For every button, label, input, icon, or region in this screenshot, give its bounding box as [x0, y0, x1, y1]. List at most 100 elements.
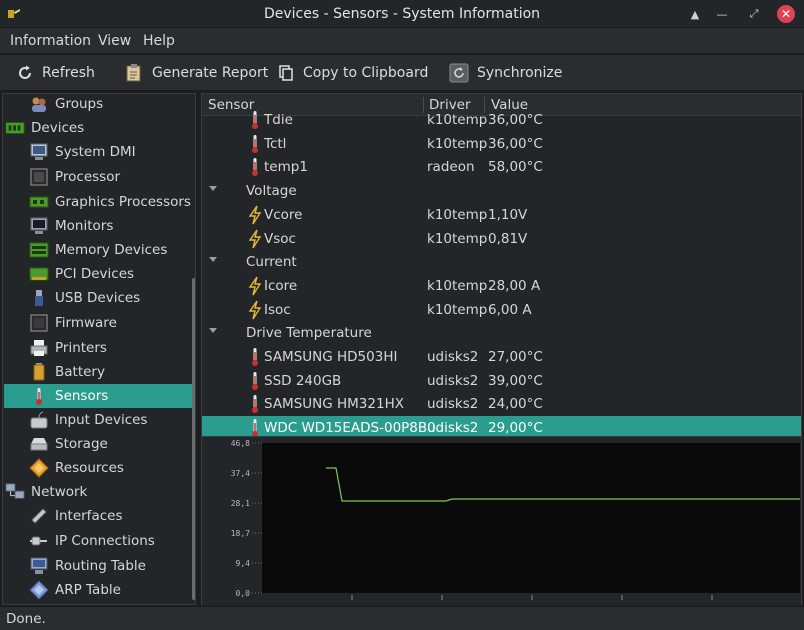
printer-icon	[29, 338, 49, 358]
chip-icon	[29, 167, 49, 187]
network-icon	[5, 482, 25, 502]
table-row[interactable]: Vsoc k10temp 0,81V	[202, 227, 801, 251]
synchronize-button[interactable]: Synchronize	[449, 62, 562, 84]
tree-item-firmware[interactable]: Firmware	[29, 311, 117, 335]
menu-bar: Information View Help	[0, 28, 804, 54]
table-row[interactable]: Icore k10temp 28,00 A	[202, 274, 801, 298]
tree-item-network[interactable]: Network	[5, 480, 87, 504]
table-group-row[interactable]: Drive Temperature	[202, 321, 801, 345]
tree-item-ip-connections[interactable]: IP Connections	[29, 529, 155, 553]
tree-item-sensors[interactable]: Sensors	[4, 384, 195, 408]
cell-value: 28,00 A	[488, 277, 541, 294]
cell-value: 6,00 A	[488, 301, 532, 318]
group-label: Drive Temperature	[246, 325, 372, 342]
thermometer-icon	[246, 418, 264, 436]
menu-information[interactable]: Information	[10, 33, 91, 49]
close-button[interactable]: ✕	[777, 5, 795, 23]
table-row[interactable]: Isoc k10temp 6,00 A	[202, 298, 801, 322]
table-row[interactable]: Tdie k10temp 36,00°C	[202, 108, 801, 132]
thermometer-icon	[246, 347, 264, 367]
shade-button[interactable]: ▲	[686, 5, 704, 23]
cell-driver: radeon	[427, 159, 475, 176]
cell-sensor: SAMSUNG HD503HI	[264, 349, 398, 365]
refresh-label: Refresh	[42, 65, 95, 81]
refresh-icon	[19, 65, 31, 79]
sensor-graph-svg: 46,8 37,4 28,1 18,7 9,4 0,0	[231, 439, 800, 600]
table-group-row[interactable]: Voltage	[202, 179, 801, 203]
tree-item-system-dmi[interactable]: System DMI	[29, 140, 136, 164]
tree-item-printers[interactable]: Printers	[29, 336, 107, 360]
monitor-icon	[29, 142, 49, 162]
tree-item-pci-devices[interactable]: PCI Devices	[29, 262, 134, 286]
usb-icon	[29, 288, 49, 308]
copy-icon	[279, 65, 293, 81]
tree-item-battery[interactable]: Battery	[29, 360, 105, 384]
thermometer-icon	[29, 386, 49, 406]
generate-report-button[interactable]: Generate Report	[124, 62, 268, 84]
expander-arrow-icon[interactable]	[209, 186, 217, 192]
cell-value: 1,10V	[488, 206, 528, 223]
cell-value: 0,81V	[488, 230, 528, 247]
report-icon	[126, 64, 141, 82]
status-text: Done.	[6, 611, 46, 627]
sensor-graph: 46,8 37,4 28,1 18,7 9,4 0,0	[201, 437, 802, 605]
expander-arrow-icon[interactable]	[209, 328, 217, 334]
tree-item-groups[interactable]: Groups	[29, 94, 103, 116]
tree-item-monitors[interactable]: Monitors	[29, 214, 113, 238]
generate-report-label: Generate Report	[152, 65, 269, 81]
sync-icon	[449, 63, 469, 83]
copy-to-clipboard-button[interactable]: Copy to Clipboard	[277, 62, 428, 84]
sidebar-scrollbar[interactable]	[192, 278, 195, 600]
tree-item-input-devices[interactable]: Input Devices	[29, 408, 147, 432]
graph-y-tick-label: 0,0	[236, 589, 251, 598]
table-group-row[interactable]: Current	[202, 250, 801, 274]
copy-to-clipboard-label: Copy to Clipboard	[303, 65, 429, 81]
monitor-icon	[29, 216, 49, 236]
cell-driver: k10temp	[427, 301, 488, 318]
cell-sensor: Tctl	[264, 135, 287, 152]
tree-item-storage[interactable]: Storage	[29, 432, 108, 456]
minimize-button[interactable]: —	[713, 5, 731, 23]
storage-icon	[29, 434, 49, 454]
cell-driver: k10temp	[427, 206, 488, 223]
table-row[interactable]: SAMSUNG HM321HX udisks2 24,00°C	[202, 392, 801, 416]
ip-icon	[29, 531, 49, 551]
table-row[interactable]: WDC WD15EADS-00P8B0 udisks2 29,00°C	[202, 416, 801, 436]
table-row[interactable]: SAMSUNG HD503HI udisks2 27,00°C	[202, 345, 801, 369]
graph-y-tick-label: 9,4	[236, 559, 251, 568]
tree-item-arp-table[interactable]: ARP Table	[29, 578, 121, 602]
menu-help[interactable]: Help	[143, 33, 175, 49]
tree-item-graphics-processors[interactable]: Graphics Processors	[29, 190, 191, 214]
maximize-button[interactable]: ⤢	[745, 5, 763, 23]
graph-y-tick-label: 18,7	[231, 529, 250, 538]
cell-sensor: Vsoc	[264, 230, 296, 247]
pci-icon	[29, 264, 49, 284]
expander-arrow-icon[interactable]	[209, 257, 217, 263]
category-tree: Groups Devices System DMI Processor Grap…	[2, 93, 196, 605]
cell-value: 39,00°C	[488, 372, 543, 389]
devices-icon	[5, 118, 25, 138]
cell-value: 24,00°C	[488, 396, 543, 413]
cell-sensor: Tdie	[264, 112, 293, 128]
table-body: Tdie k10temp 36,00°C Tctl k10temp 36,00°C temp…	[202, 111, 801, 436]
table-row[interactable]: SSD 240GB udisks2 39,00°C	[202, 369, 801, 393]
tree-item-processor[interactable]: Processor	[29, 165, 120, 189]
tree-item-routing-table[interactable]: Routing Table	[29, 554, 146, 578]
thermometer-icon	[246, 134, 264, 154]
battery-icon	[29, 362, 49, 382]
tree-item-memory-devices[interactable]: Memory Devices	[29, 238, 167, 262]
tree-item-resources[interactable]: Resources	[29, 456, 124, 480]
table-row[interactable]: Tctl k10temp 36,00°C	[202, 132, 801, 156]
bolt-icon	[246, 229, 264, 249]
menu-view[interactable]: View	[98, 33, 131, 49]
cell-driver: k10temp	[427, 230, 488, 247]
cell-driver: k10temp	[427, 135, 488, 152]
tree-item-devices[interactable]: Devices	[5, 116, 84, 140]
thermometer-icon	[246, 110, 264, 130]
title-bar: Devices - Sensors - System Information ▲…	[0, 0, 804, 28]
table-row[interactable]: Vcore k10temp 1,10V	[202, 203, 801, 227]
table-row[interactable]: temp1 radeon 58,00°C	[202, 155, 801, 179]
tree-item-interfaces[interactable]: Interfaces	[29, 504, 122, 528]
refresh-button[interactable]: Refresh	[16, 62, 95, 84]
tree-item-usb-devices[interactable]: USB Devices	[29, 286, 140, 310]
